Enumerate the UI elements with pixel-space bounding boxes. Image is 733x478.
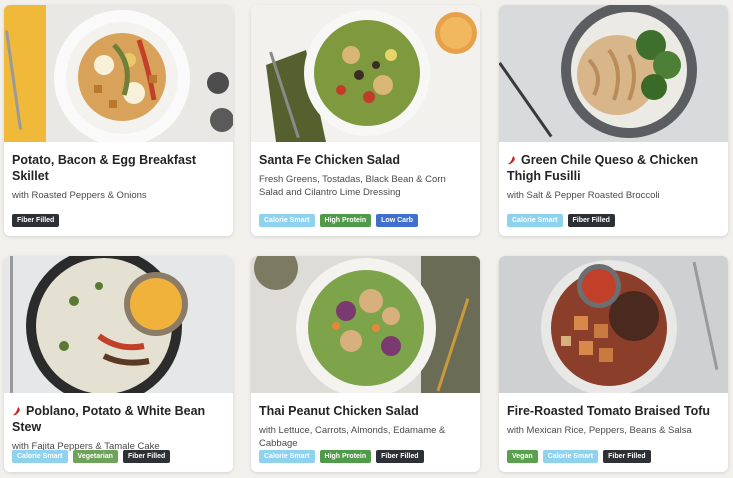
tag-list: Vegan Calorie Smart Fiber Filled — [507, 450, 651, 463]
tag-calorie-smart: Calorie Smart — [259, 214, 315, 227]
meal-subtitle: with Salt & Pepper Roasted Broccoli — [507, 190, 660, 201]
tag-fiber-filled: Fiber Filled — [603, 450, 651, 463]
tag-list: Calorie Smart Vegetarian Fiber Filled — [12, 450, 171, 463]
meal-title: Green Chile Queso & Chicken Thigh Fusill… — [507, 152, 720, 184]
meal-photo-poblano-stew — [4, 256, 233, 393]
tag-high-protein: High Protein — [319, 214, 372, 227]
meal-photo-breakfast-skillet — [4, 5, 233, 142]
tag-calorie-smart: Calorie Smart — [259, 450, 315, 463]
tag-vegan: Vegan — [507, 450, 538, 463]
meal-card[interactable]: Green Chile Queso & Chicken Thigh Fusill… — [499, 5, 728, 236]
tag-list: Calorie Smart High Protein Low Carb — [259, 214, 419, 227]
meal-card[interactable]: Santa Fe Chicken Salad Fresh Greens, Tos… — [251, 5, 480, 236]
tag-fiber-filled: Fiber Filled — [12, 214, 60, 227]
tag-calorie-smart: Calorie Smart — [507, 214, 563, 227]
tag-fiber-filled: Fiber Filled — [122, 450, 171, 463]
tag-list: Fiber Filled — [12, 214, 60, 227]
meal-card[interactable]: Poblano, Potato & White Bean Stew with F… — [4, 256, 233, 472]
meal-subtitle: with Lettuce, Carrots, Almonds, Edamame … — [259, 425, 446, 449]
meal-photo-thai-peanut-salad — [251, 256, 480, 393]
tag-list: Calorie Smart Fiber Filled — [507, 214, 615, 227]
meal-card[interactable]: Thai Peanut Chicken Salad with Lettuce, … — [251, 256, 480, 472]
meal-title: Potato, Bacon & Egg Breakfast Skillet — [12, 153, 197, 183]
meal-subtitle: with Mexican Rice, Peppers, Beans & Sals… — [507, 425, 692, 436]
meal-photo-braised-tofu — [499, 256, 728, 393]
tag-vegetarian: Vegetarian — [72, 450, 118, 463]
meal-photo-santa-fe-salad — [251, 5, 480, 142]
meal-title-text: Green Chile Queso & Chicken Thigh Fusill… — [507, 153, 699, 183]
meal-subtitle: with Roasted Peppers & Onions — [12, 190, 147, 201]
chili-pepper-icon — [508, 155, 515, 165]
meal-title: Santa Fe Chicken Salad — [259, 153, 401, 167]
meal-card[interactable]: Potato, Bacon & Egg Breakfast Skillet wi… — [4, 5, 233, 236]
meal-photo-green-chile-fusilli — [499, 5, 728, 142]
meal-title: Poblano, Potato & White Bean Stew — [12, 403, 225, 435]
meal-title: Fire-Roasted Tomato Braised Tofu — [507, 404, 711, 418]
meal-title-text: Poblano, Potato & White Bean Stew — [12, 404, 206, 434]
tag-low-carb: Low Carb — [376, 214, 419, 227]
tag-fiber-filled: Fiber Filled — [376, 450, 424, 463]
tag-high-protein: High Protein — [319, 450, 372, 463]
tag-list: Calorie Smart High Protein Fiber Filled — [259, 450, 424, 463]
chili-pepper-icon — [13, 406, 20, 416]
tag-calorie-smart: Calorie Smart — [12, 450, 68, 463]
tag-fiber-filled: Fiber Filled — [567, 214, 615, 227]
meal-subtitle: Fresh Greens, Tostadas, Black Bean & Cor… — [259, 174, 446, 198]
meal-title: Thai Peanut Chicken Salad — [259, 404, 419, 418]
tag-calorie-smart: Calorie Smart — [542, 450, 599, 463]
meal-card[interactable]: Fire-Roasted Tomato Braised Tofu with Me… — [499, 256, 728, 472]
